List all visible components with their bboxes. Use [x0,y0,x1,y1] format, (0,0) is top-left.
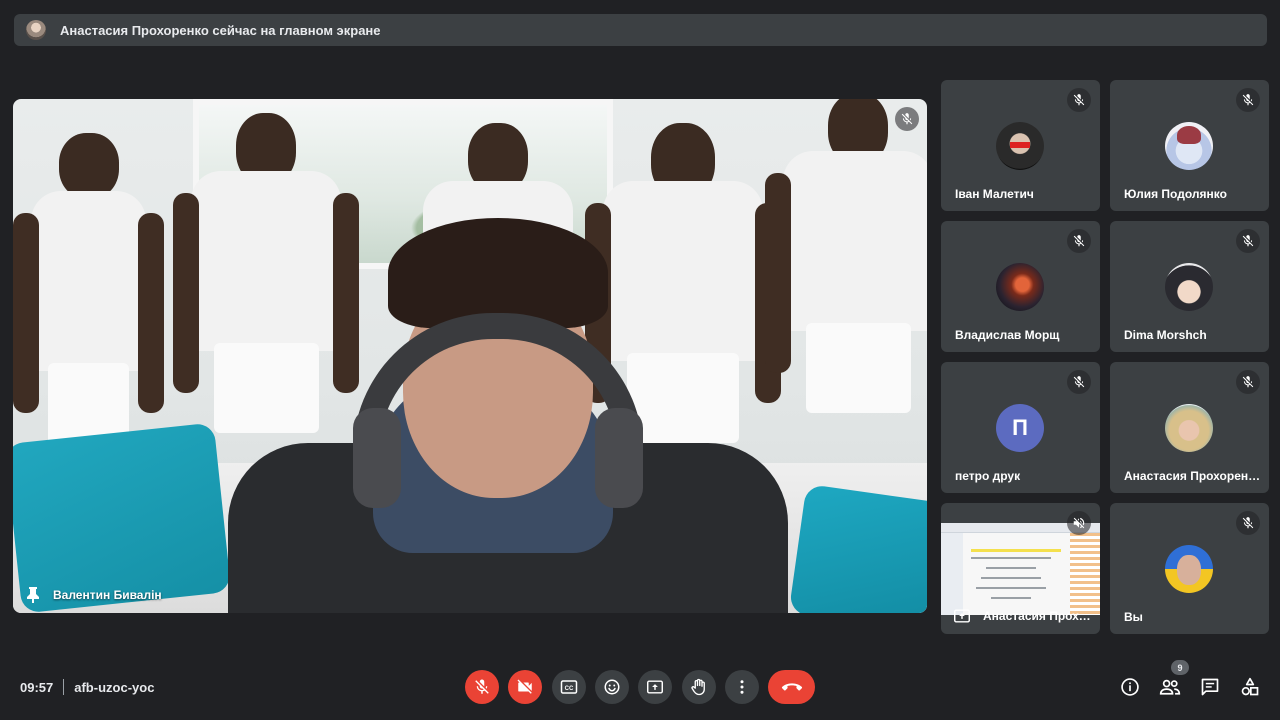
participant-name: Юлия Подолянко [1124,187,1227,201]
participant-tile[interactable]: Dima Morshch [1110,221,1269,352]
more-options-button[interactable] [725,670,759,704]
mic-off-icon [1067,229,1091,253]
mic-off-icon [1067,88,1091,112]
people-icon [1159,677,1181,697]
foreground-person [228,218,788,613]
pillow [788,483,927,613]
present-icon [646,679,664,695]
avatar [1165,404,1213,452]
participant-tile[interactable]: Владислав Морщ [941,221,1100,352]
background-person [13,133,164,463]
present-icon [953,608,971,624]
participant-tile[interactable]: Юлия Подолянко [1110,80,1269,211]
background-person [765,99,927,503]
meeting-code: afb-uzoc-yoc [74,679,155,695]
avatar: П [996,404,1044,452]
participant-name: Іван Малетич [955,187,1034,201]
clock: 09:57 [20,679,54,695]
avatar [996,122,1044,170]
participant-tile[interactable]: Іван Малетич [941,80,1100,211]
present-button[interactable] [638,670,672,704]
participant-name: Анастасия Прохоренко [983,609,1092,623]
camera-off-icon [516,678,534,696]
mic-off-icon [1067,511,1091,535]
avatar [996,263,1044,311]
presenter-avatar [26,20,46,40]
chat-icon [1200,677,1220,697]
captions-icon: CC [560,679,578,695]
screen-share-tile[interactable]: Анастасия Прохоренко [941,503,1100,634]
avatar [1165,545,1213,593]
presenting-banner: Анастасия Прохоренко сейчас на главном э… [14,14,1267,46]
mic-off-icon [895,107,919,131]
divider [63,679,65,695]
self-tile[interactable]: Вы [1110,503,1269,634]
camera-toggle-button[interactable] [508,670,542,704]
bottom-toolbar: 09:57 afb-uzoc-yoc CC 9 [0,660,1280,712]
presenting-banner-text: Анастасия Прохоренко сейчас на главном э… [60,22,381,38]
avatar [1165,263,1213,311]
participant-name: Владислав Морщ [955,328,1060,342]
participant-name: Анастасия Прохоренко [1124,469,1261,483]
mic-off-icon [1236,88,1260,112]
raise-hand-button[interactable] [682,670,716,704]
mic-off-icon [1236,370,1260,394]
raise-hand-icon [690,678,708,696]
main-video-participant-name: Валентин Бивалін [53,588,162,602]
chat-button[interactable] [1198,675,1222,699]
pin-icon[interactable] [27,587,39,603]
mic-toggle-button[interactable] [465,670,499,704]
participant-name: петро друк [955,469,1021,483]
more-icon [733,678,751,696]
captions-button[interactable]: CC [552,670,586,704]
meeting-details-button[interactable] [1118,675,1142,699]
participant-name: Вы [1124,610,1143,624]
mic-off-icon [473,678,491,696]
main-video-name-label: Валентин Бивалін [27,587,162,603]
svg-text:CC: CC [565,686,574,692]
participant-name-row: Анастасия Прохоренко [953,608,1092,624]
participant-tile[interactable]: Анастасия Прохоренко [1110,362,1269,493]
avatar [1165,122,1213,170]
participants-count-badge: 9 [1171,660,1189,675]
emoji-icon [603,678,621,696]
activities-button[interactable] [1238,675,1262,699]
leave-call-button[interactable] [768,670,815,704]
mic-off-icon [1236,511,1260,535]
main-video-feed[interactable]: Валентин Бивалін [13,99,927,613]
info-icon [1120,677,1140,697]
activities-icon [1240,677,1260,697]
mic-off-icon [1236,229,1260,253]
reactions-button[interactable] [595,670,629,704]
meeting-info: 09:57 afb-uzoc-yoc [20,679,154,695]
shared-screen-preview [941,523,1100,615]
mic-off-icon [1067,370,1091,394]
people-button[interactable] [1158,675,1182,699]
end-call-icon [781,680,803,694]
pillow [13,422,232,613]
participant-tile[interactable]: П петро друк [941,362,1100,493]
participant-name: Dima Morshch [1124,328,1207,342]
